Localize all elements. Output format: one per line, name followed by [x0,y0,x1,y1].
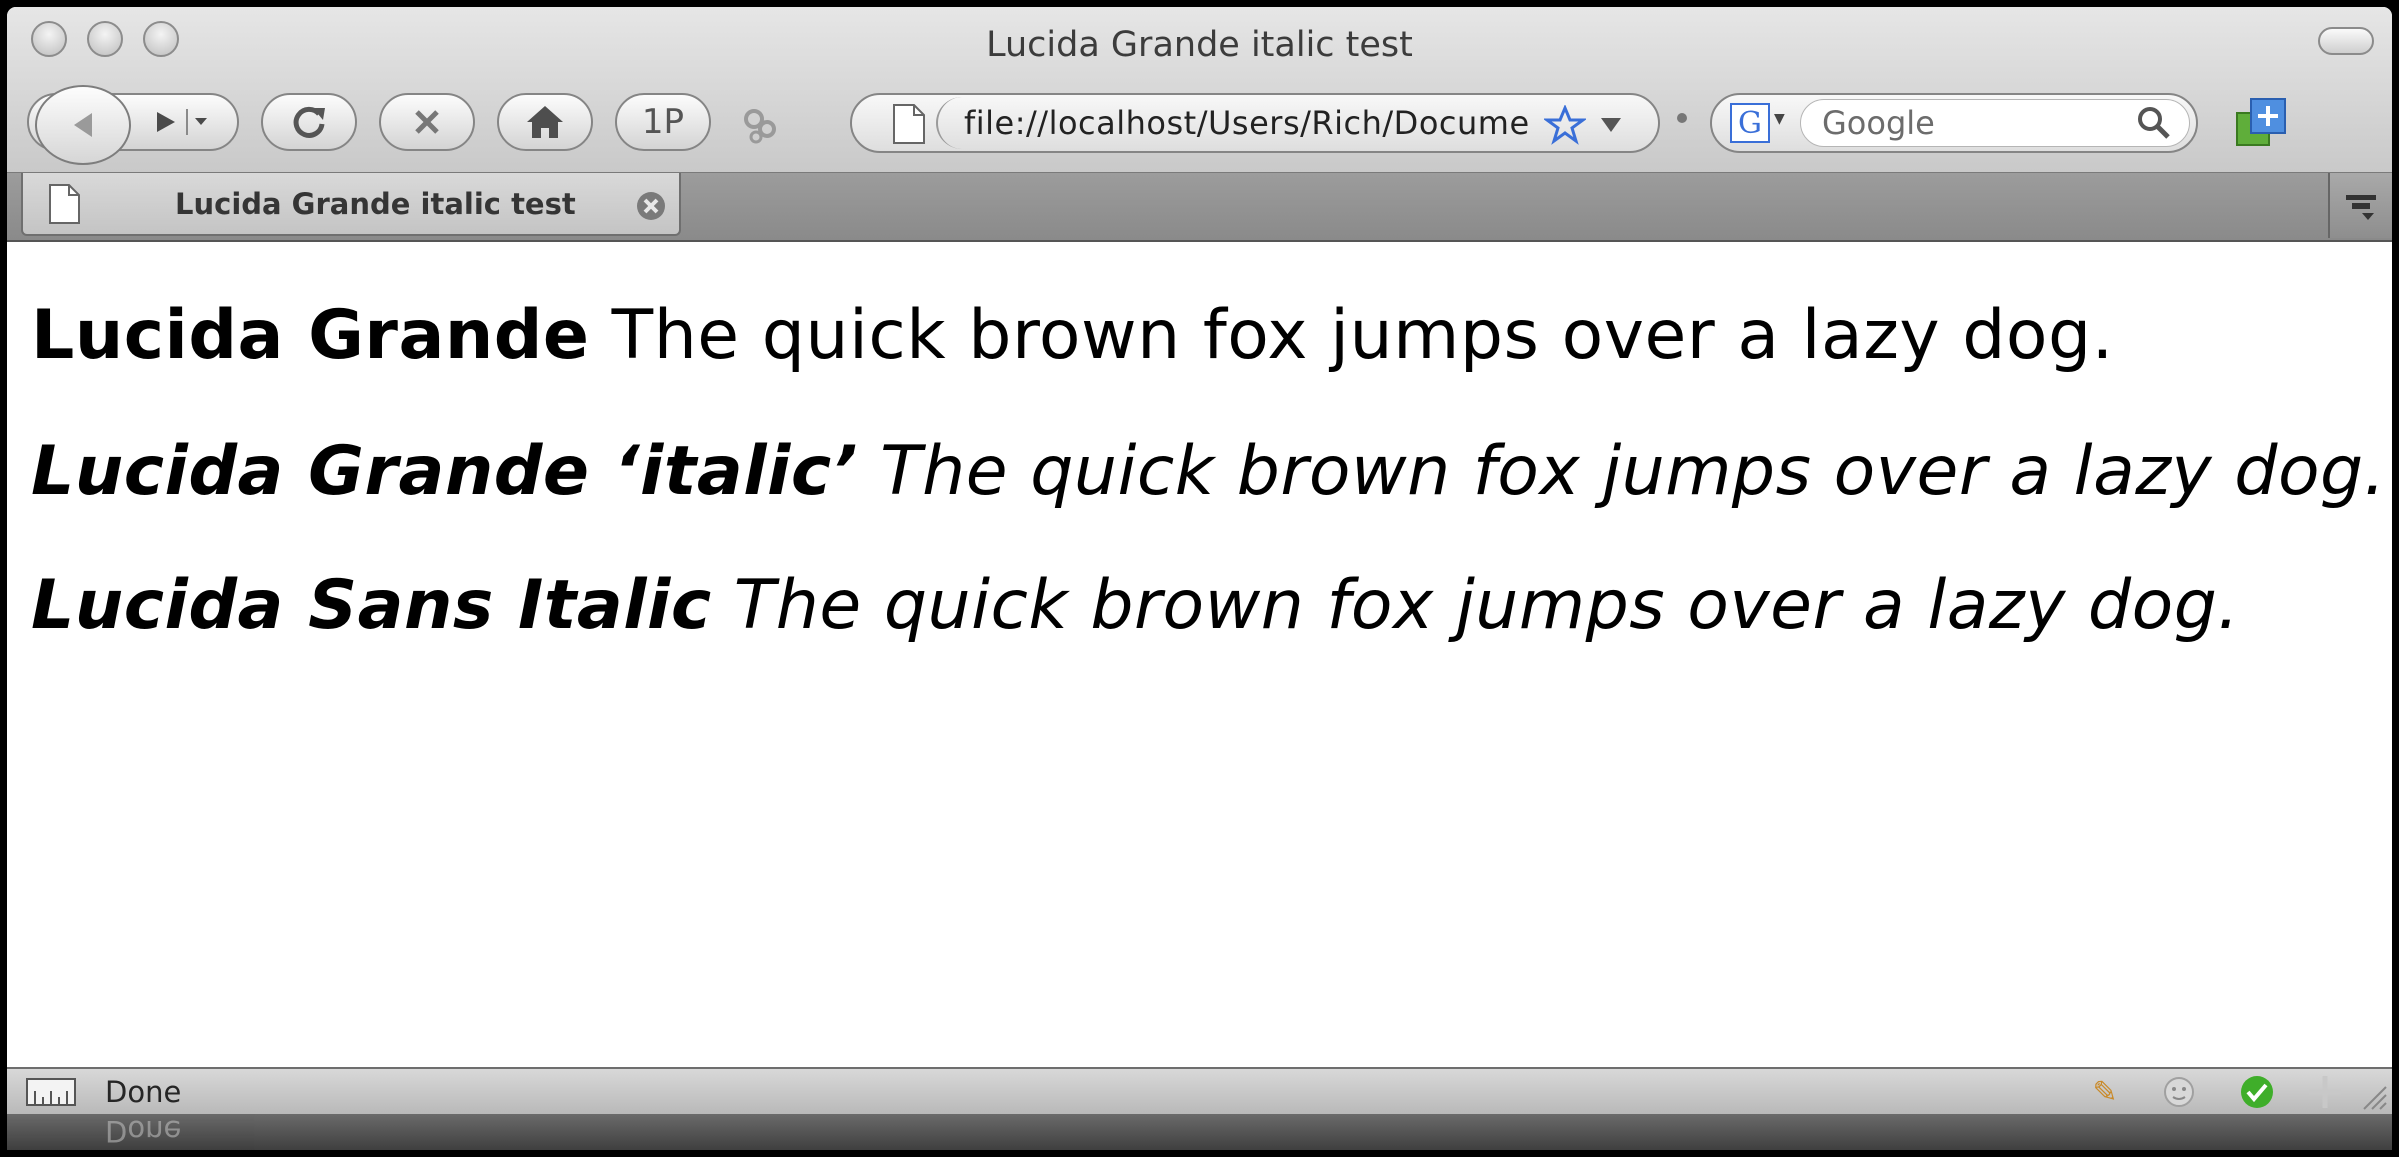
add-to-bookmarks-button[interactable] [2233,95,2293,159]
search-engine-icon[interactable]: G [1730,103,1770,143]
address-dropdown-icon[interactable] [1598,115,1624,135]
sample-text: The quick brown fox jumps over a lazy do… [880,432,2386,511]
stop-button[interactable] [379,93,475,151]
bookmark-star-icon[interactable] [1544,105,1586,145]
sample-text: The quick brown fox jumps over a lazy do… [611,296,2114,375]
status-text: Done [105,1075,182,1109]
reload-icon [293,106,325,138]
extension-gears-icon [744,109,776,144]
sample-line-1: Lucida Grande The quick brown fox jumps … [31,296,2114,375]
resize-grip-icon[interactable] [2358,1081,2388,1111]
tab-lucida-grande-italic-test[interactable]: Lucida Grande italic test [21,173,681,236]
ruler-icon[interactable] [25,1075,77,1109]
status-bar: Done ✎ [7,1067,2392,1114]
sample-text: The quick brown fox jumps over a lazy do… [733,566,2240,645]
browser-window: Lucida Grande italic test 1P file://loca… [7,7,2392,1150]
greasemonkey-icon[interactable] [2161,1075,2197,1109]
extension-button[interactable] [740,105,780,149]
font-name-label: Lucida Sans Italic [31,566,712,645]
toolbar-separator-dot [1677,113,1687,123]
address-input[interactable]: file://localhost/Users/Rich/Docume [964,104,1530,142]
firebug-icon[interactable]: ✎ [2087,1075,2123,1110]
sample-line-3: Lucida Sans Italic The quick brown fox j… [31,566,2239,645]
check-icon[interactable] [2239,1075,2275,1109]
close-tab-icon[interactable] [635,190,667,222]
home-icon [527,106,563,138]
tab-bar: Lucida Grande italic test [7,173,2392,242]
home-button[interactable] [497,93,593,151]
reload-button[interactable] [261,93,357,151]
toolbar-toggle-button[interactable] [2318,27,2374,55]
crosshair-icon[interactable] [2307,1075,2343,1109]
font-name-label: Lucida Grande ‘italic’ [31,432,858,511]
tab-label: Lucida Grande italic test [175,187,576,221]
page-icon [893,104,925,144]
status-text-reflection: Done [105,1114,182,1148]
sample-line-2: Lucida Grande ‘italic’ The quick brown f… [31,432,2386,511]
window-toolbar: Lucida Grande italic test 1P file://loca… [7,7,2392,173]
search-icon[interactable] [2136,105,2172,141]
onepassword-button[interactable]: 1P [615,93,711,151]
back-button[interactable] [35,85,131,165]
tab-list-icon [2346,195,2376,220]
back-arrow-icon [74,113,92,137]
window-title: Lucida Grande italic test [986,25,1413,65]
forward-arrow-icon [157,109,207,135]
search-placeholder: Google [1822,104,1935,142]
search-bar: G ▼ Google [1710,93,2198,153]
address-bar[interactable]: file://localhost/Users/Rich/Docume [850,93,1660,153]
page-content: Lucida Grande The quick brown fox jumps … [7,242,2392,1072]
status-bar-reflection: Done [7,1114,2392,1150]
tab-list-button[interactable] [2328,173,2392,238]
search-engine-dropdown-icon[interactable]: ▼ [1774,111,1785,127]
bookmark-plus-icon [2236,98,2286,146]
tab-page-icon [49,184,80,224]
font-name-label: Lucida Grande [31,296,590,375]
stop-icon [415,110,439,134]
onepassword-label: 1P [641,102,685,142]
